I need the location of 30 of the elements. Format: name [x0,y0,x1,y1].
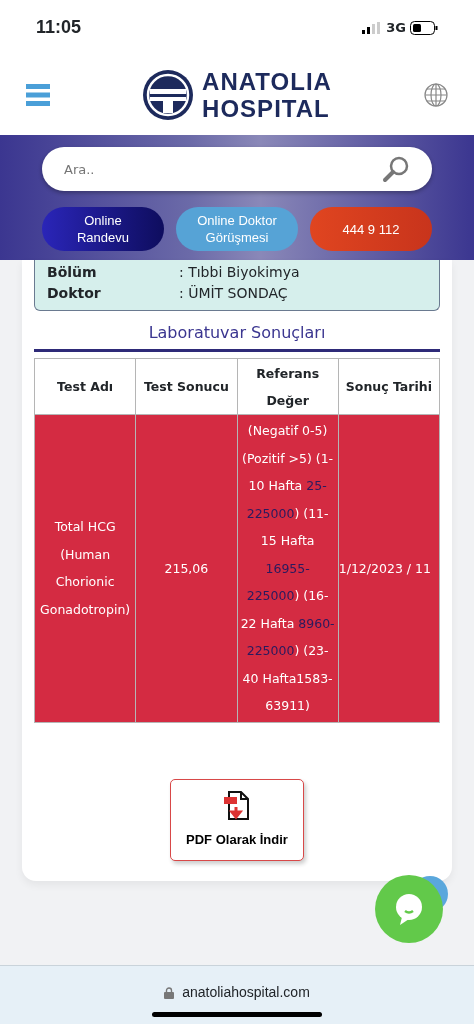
table-cell: 1/12/2023 / 11 [338,414,440,722]
table-cell: (Negatif 0-5) (Pozitif >5) (1-10 Hafta 25-225000) (11-15 Hafta 16955-225000) (16-22 Hafta 8960-225000) (23-40 Hafta1583-63911) [237,414,339,722]
section-title: Laboratuvar Sonuçları [34,311,440,352]
menu-icon[interactable] [26,83,50,107]
lock-icon [164,986,175,999]
network-type: 3G [386,18,406,37]
column-header: Sonuç Tarihi [338,358,440,415]
status-time: 11:05 [36,16,82,39]
info-value: : ÜMİT SONDAÇ [179,284,288,303]
search-field[interactable]: Ara.. [42,147,432,191]
logo-text: ANATOLIA [202,68,332,95]
column-header: Referans Değer [237,358,339,415]
info-label: Bölüm [47,263,98,282]
info-value: : Tıbbi Biyokimya [179,263,300,282]
action-button[interactable]: Online Randevu [42,207,164,251]
globe-icon[interactable] [424,83,448,107]
table-cell: 215,06 [135,414,237,722]
logo-emblem-icon [142,69,195,121]
column-header: Test Sonucu [135,358,237,415]
pdf-file-icon [223,789,251,822]
battery-icon [410,20,438,35]
table-cell: Total HCG (Human Chorionic Gonadotropin) [34,414,136,722]
pdf-download-button[interactable]: PDF Olarak İndir [170,778,304,861]
url-text[interactable]: anatoliahospital.com [182,982,310,1003]
action-button[interactable]: 444 9 112 [310,207,432,251]
search-icon[interactable] [382,155,410,183]
column-header: Test Adı [34,358,136,415]
logo-text: HOSPITAL [202,95,331,122]
signal-icon [362,21,383,34]
info-label: Doktor [47,284,102,303]
